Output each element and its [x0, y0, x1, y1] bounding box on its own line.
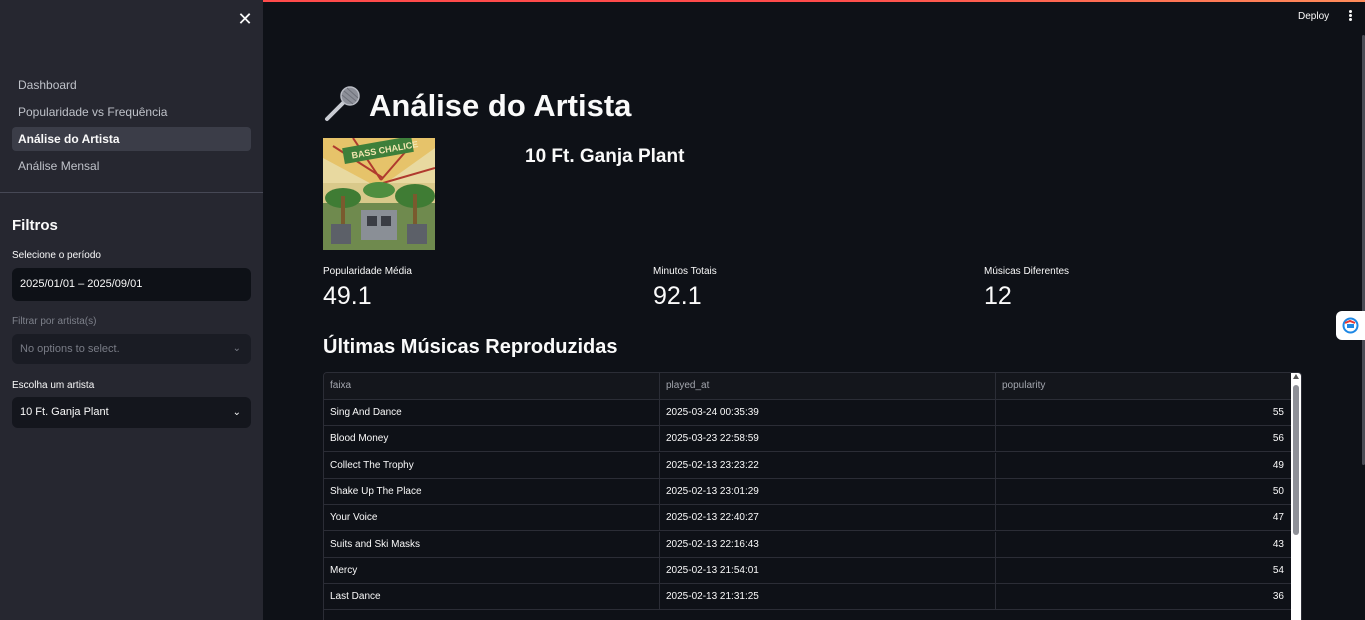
metric-label: Músicas Diferentes — [984, 266, 1070, 277]
artist-filter-placeholder: No options to select. — [20, 343, 120, 355]
played-at: 2025-02-13 21:54:01 — [660, 557, 996, 583]
microphone-icon — [323, 86, 363, 122]
sidebar-nav: Dashboard Popularidade vs Frequência Aná… — [12, 73, 251, 181]
main-menu-icon[interactable] — [1345, 10, 1355, 24]
table-header-row: faixa played_at popularity — [324, 373, 1292, 400]
played-at: 2025-02-13 23:01:29 — [660, 478, 996, 504]
page-title-text: Análise do Artista — [369, 88, 632, 123]
artist-filter-label: Filtrar por artista(s) — [12, 316, 97, 327]
popularity-value: 55 — [1272, 407, 1284, 418]
chevron-down-icon: ⌄ — [232, 343, 241, 354]
period-date-input[interactable]: 2025/01/01 – 2025/09/01 — [12, 268, 251, 301]
table-row[interactable]: Your Voice 2025-02-13 22:40:27 47 — [324, 505, 1292, 532]
table-row[interactable]: Shake Up The Place 2025-02-13 23:01:29 50 — [324, 478, 1292, 505]
played-at: 2025-02-13 22:16:43 — [660, 531, 996, 557]
nav-item-dashboard[interactable]: Dashboard — [12, 73, 251, 97]
track-name: Sing And Dance — [324, 400, 660, 425]
filters-heading: Filtros — [12, 217, 58, 234]
chevron-down-icon: ⌄ — [232, 407, 241, 418]
recent-tracks-heading: Últimas Músicas Reproduzidas — [323, 336, 618, 358]
played-at: 2025-02-13 21:31:25 — [660, 584, 996, 610]
artist-name: 10 Ft. Ganja Plant — [525, 146, 685, 167]
period-value: 2025/01/01 – 2025/09/01 — [20, 278, 143, 290]
table-row[interactable]: Mercy 2025-02-13 21:54:01 54 — [324, 557, 1292, 584]
table-row[interactable]: Sing And Dance 2025-03-24 00:35:39 55 — [324, 400, 1292, 426]
popularity-value: 50 — [1272, 485, 1284, 497]
popularity-value: 54 — [1272, 564, 1284, 576]
scroll-up-icon[interactable] — [1293, 374, 1299, 379]
track-name: Blood Money — [324, 426, 660, 452]
table-scrollbar[interactable] — [1291, 373, 1301, 620]
metric-value: 92.1 — [653, 282, 702, 310]
played-at: 2025-03-23 22:58:59 — [660, 426, 996, 452]
table-row[interactable]: Blood Money 2025-03-23 22:58:59 56 — [324, 426, 1292, 453]
column-header-faixa[interactable]: faixa — [324, 373, 660, 399]
table-row[interactable]: Collect The Trophy 2025-02-13 23:23:22 49 — [324, 452, 1292, 479]
nav-item-analise-mensal[interactable]: Análise Mensal — [12, 154, 251, 178]
track-name: Last Dance — [324, 584, 660, 610]
played-at: 2025-02-13 22:40:27 — [660, 505, 996, 531]
album-cover-image: BASS CHALICE — [323, 136, 436, 250]
table-row[interactable]: Suits and Ski Masks 2025-02-13 22:16:43 43 — [324, 531, 1292, 558]
metric-popularidade: Popularidade Média 49.1 — [323, 266, 643, 311]
played-at: 2025-03-24 00:35:39 — [660, 400, 996, 425]
sidebar: ✕ Dashboard Popularidade vs Frequência A… — [0, 0, 263, 620]
close-sidebar-icon[interactable]: ✕ — [236, 10, 254, 28]
popularity-value: 47 — [1272, 512, 1284, 524]
track-name: Mercy — [324, 557, 660, 583]
track-name: Suits and Ski Masks — [324, 531, 660, 557]
track-name: Collect The Trophy — [324, 452, 660, 478]
translate-widget-icon[interactable] — [1336, 311, 1365, 340]
popularity-value: 36 — [1272, 591, 1284, 603]
deploy-button[interactable]: Deploy — [1298, 11, 1329, 22]
metric-label: Popularidade Média — [323, 266, 412, 277]
popularity-value: 43 — [1272, 538, 1284, 550]
metric-label: Minutos Totais — [653, 266, 717, 277]
metric-value: 49.1 — [323, 282, 372, 310]
popularity-value: 49 — [1272, 459, 1284, 471]
nav-item-popularidade[interactable]: Popularidade vs Frequência — [12, 100, 251, 124]
metric-minutos: Minutos Totais 92.1 — [653, 266, 973, 311]
artist-select[interactable]: 10 Ft. Ganja Plant ⌄ — [12, 397, 251, 428]
played-at: 2025-02-13 23:23:22 — [660, 452, 996, 478]
artist-filter-multiselect[interactable]: No options to select. ⌄ — [12, 334, 251, 364]
popularity-value: 56 — [1272, 433, 1284, 445]
column-header-popularity[interactable]: popularity — [996, 373, 1292, 399]
track-name: Your Voice — [324, 505, 660, 531]
scroll-thumb[interactable] — [1293, 385, 1299, 535]
page-title: Análise do Artista — [323, 86, 631, 124]
column-header-played-at[interactable]: played_at — [660, 373, 996, 399]
table-row[interactable]: Last Dance 2025-02-13 21:31:25 36 — [324, 584, 1292, 611]
metric-musicas: Músicas Diferentes 12 — [984, 266, 1304, 311]
metric-value: 12 — [984, 282, 1012, 310]
choose-artist-label: Escolha um artista — [12, 380, 95, 391]
recent-tracks-table[interactable]: faixa played_at popularity Sing And Danc… — [323, 372, 1302, 620]
nav-item-analise-artista[interactable]: Análise do Artista — [12, 127, 251, 151]
period-label: Selecione o período — [12, 250, 101, 261]
artist-select-value: 10 Ft. Ganja Plant — [20, 406, 109, 418]
track-name: Shake Up The Place — [324, 478, 660, 504]
sidebar-divider — [0, 192, 263, 193]
